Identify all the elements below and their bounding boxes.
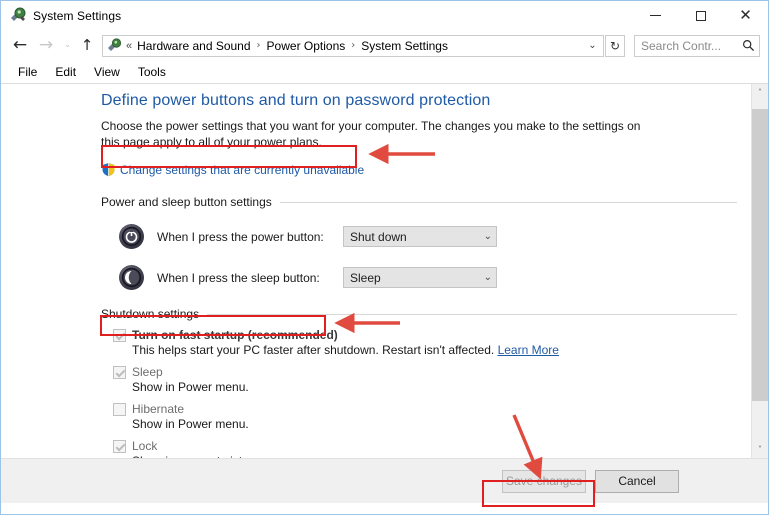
lock-checkbox-row[interactable]: Lock: [113, 439, 737, 453]
chevron-down-icon: ⌄: [483, 272, 492, 283]
breadcrumb-item-power-options[interactable]: Power Options: [267, 39, 346, 53]
breadcrumb-overflow[interactable]: «: [126, 40, 137, 52]
maximize-button[interactable]: [678, 1, 723, 30]
status-bar: [1, 503, 768, 514]
section-divider: [279, 201, 737, 203]
minimize-button[interactable]: [633, 1, 678, 30]
breadcrumb-separator-icon[interactable]: ›: [251, 40, 267, 51]
sleep-button-dropdown-value: Sleep: [350, 270, 381, 285]
breadcrumb-item-system-settings[interactable]: System Settings: [361, 39, 448, 53]
fast-startup-checkbox-row[interactable]: Turn on fast startup (recommended): [113, 328, 737, 342]
page-description: Choose the power settings that you want …: [101, 119, 641, 149]
menu-item-edit[interactable]: Edit: [46, 63, 85, 81]
change-settings-link[interactable]: Change settings that are currently unava…: [120, 163, 364, 177]
maximize-icon: [695, 10, 706, 21]
hibernate-checkbox-row[interactable]: Hibernate: [113, 402, 737, 416]
vertical-scrollbar[interactable]: ˄ ˅: [751, 84, 768, 458]
breadcrumb: « Hardware and Sound › Power Options › S…: [126, 39, 584, 53]
save-changes-button[interactable]: Save changes: [502, 469, 586, 493]
up-button[interactable]: ↑: [76, 34, 98, 58]
lock-checkbox[interactable]: [113, 440, 126, 453]
power-button-label: When I press the power button:: [157, 229, 324, 244]
settings-panel: Define power buttons and turn on passwor…: [1, 84, 751, 458]
menu-item-view[interactable]: View: [85, 63, 129, 81]
navigation-bar: ← → ⌄ ↑ « Hardware and Sound › Power Opt…: [1, 30, 768, 61]
refresh-button[interactable]: ↻: [605, 34, 625, 57]
back-button[interactable]: ←: [7, 34, 33, 58]
close-button[interactable]: ✕: [723, 1, 768, 30]
refresh-icon: ↻: [609, 38, 621, 53]
power-button-setting-row: When I press the power button: Shut down…: [118, 223, 737, 250]
system-settings-icon: [9, 7, 26, 24]
fast-startup-description: This helps start your PC faster after sh…: [132, 343, 737, 358]
sleep-label: Sleep: [132, 365, 163, 379]
save-changes-label: Save changes: [505, 474, 583, 488]
sleep-checkbox[interactable]: [113, 366, 126, 379]
lock-label: Lock: [132, 439, 158, 453]
sleep-button-setting-row: When I press the sleep button: Sleep ⌄: [118, 264, 737, 291]
address-bar-icon: [107, 38, 122, 53]
power-button-dropdown-value: Shut down: [350, 229, 407, 244]
scrollbar-track[interactable]: [752, 101, 768, 441]
scrollbar-thumb[interactable]: [752, 109, 768, 401]
fast-startup-description-text: This helps start your PC faster after sh…: [132, 343, 495, 357]
system-settings-window: System Settings ✕ ← → ⌄ ↑ « Hardware and…: [0, 0, 769, 515]
window-title: System Settings: [33, 8, 122, 23]
hibernate-label: Hibernate: [132, 402, 185, 416]
sleep-button-dropdown[interactable]: Sleep ⌄: [343, 267, 497, 288]
cancel-button[interactable]: Cancel: [595, 469, 679, 493]
close-icon: ✕: [739, 6, 752, 24]
search-icon: [740, 39, 756, 52]
chevron-down-icon[interactable]: ⌄: [584, 40, 601, 51]
section-divider: [207, 313, 737, 315]
footer-bar: Save changes Cancel: [1, 458, 768, 503]
hibernate-checkbox[interactable]: [113, 403, 126, 416]
cancel-label: Cancel: [618, 474, 656, 488]
power-button-icon: [118, 223, 145, 250]
window-controls: ✕: [633, 1, 768, 30]
chevron-down-icon: ⌄: [483, 231, 492, 242]
breadcrumb-separator-icon[interactable]: ›: [345, 40, 361, 51]
hibernate-description: Show in Power menu.: [132, 417, 249, 431]
fast-startup-label: Turn on fast startup (recommended): [132, 328, 338, 342]
power-sleep-section-heading: Power and sleep button settings: [101, 195, 737, 209]
fast-startup-checkbox[interactable]: [113, 329, 126, 342]
title-bar: System Settings ✕: [1, 1, 768, 30]
learn-more-link[interactable]: Learn More: [498, 343, 559, 357]
sleep-description: Show in Power menu.: [132, 380, 249, 394]
sleep-moon-icon: [118, 264, 145, 291]
content-area: Define power buttons and turn on passwor…: [1, 83, 768, 458]
menu-item-file[interactable]: File: [9, 63, 46, 81]
address-bar[interactable]: « Hardware and Sound › Power Options › S…: [102, 34, 604, 57]
menu-bar: File Edit View Tools: [1, 61, 768, 83]
recent-locations-button[interactable]: ⌄: [59, 34, 76, 58]
menu-item-tools[interactable]: Tools: [129, 63, 175, 81]
minimize-icon: [650, 15, 661, 16]
breadcrumb-item-hardware-and-sound[interactable]: Hardware and Sound: [137, 39, 250, 53]
search-box[interactable]: Search Contr...: [634, 34, 760, 57]
shutdown-section-heading: Shutdown settings: [101, 307, 737, 321]
forward-button[interactable]: →: [33, 34, 59, 58]
sleep-checkbox-row[interactable]: Sleep: [113, 365, 737, 379]
sleep-button-label: When I press the sleep button:: [157, 270, 320, 285]
change-settings-link-row[interactable]: Change settings that are currently unava…: [101, 162, 364, 177]
power-button-dropdown[interactable]: Shut down ⌄: [343, 226, 497, 247]
shutdown-heading-label: Shutdown settings: [101, 307, 200, 321]
page-title: Define power buttons and turn on passwor…: [101, 92, 491, 109]
shield-icon: [101, 162, 116, 177]
search-input[interactable]: Search Contr...: [641, 39, 740, 53]
scroll-down-button[interactable]: ˅: [752, 441, 768, 458]
scroll-up-button[interactable]: ˄: [752, 84, 768, 101]
power-sleep-heading-label: Power and sleep button settings: [101, 195, 272, 209]
